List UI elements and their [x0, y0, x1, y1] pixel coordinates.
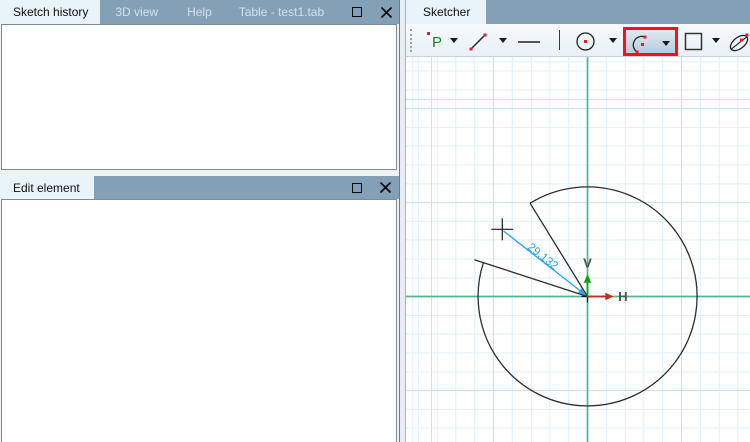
point-tool-button[interactable]: P [426, 30, 448, 55]
close-button[interactable] [374, 176, 396, 199]
tab-sketcher[interactable]: Sketcher [406, 0, 487, 24]
sketch-canvas[interactable]: 29.132 V H [406, 57, 750, 442]
maximize-button[interactable] [346, 176, 368, 199]
dimension-line: 29.132 [503, 230, 586, 296]
rectangle-dropdown-caret[interactable] [712, 38, 720, 43]
arc-tool-button[interactable] [632, 33, 654, 58]
edit-element-titlebar: Edit element [0, 176, 399, 199]
sketcher-titlebar: Sketcher [406, 0, 750, 24]
horizontal-line-tool-button[interactable] [517, 30, 541, 55]
tab-3d-view[interactable]: 3D view [100, 0, 173, 24]
left-panel-column: Sketch history 3D view Help Table - test… [0, 0, 399, 442]
axis-lines [406, 57, 750, 442]
line-tool-button[interactable] [467, 30, 489, 55]
h-axis-arrow [587, 292, 614, 301]
ellipse-tool-button[interactable] [728, 30, 750, 57]
tab-edit-element[interactable]: Edit element [0, 176, 94, 199]
toolbar-grip[interactable] [410, 29, 412, 52]
maximize-button[interactable] [346, 0, 368, 24]
close-icon [380, 6, 392, 18]
line-dropdown-caret[interactable] [499, 38, 507, 43]
sketch-history-titlebar: Sketch history 3D view Help Table - test… [0, 0, 399, 24]
edit-element-content [1, 199, 397, 442]
horizontal-line-icon [518, 41, 540, 43]
tab-sketch-history[interactable]: Sketch history [0, 0, 101, 24]
arc-radius-line-end [474, 259, 588, 298]
tab-table-test1-tab[interactable]: Table - test1.tab [226, 0, 337, 24]
panel-splitter[interactable] [399, 0, 406, 442]
close-icon [379, 182, 391, 193]
arc-tool-highlight [623, 27, 678, 56]
svg-text:P: P [432, 34, 442, 51]
v-axis-label: V [583, 256, 592, 271]
point-icon: P [427, 32, 442, 51]
h-axis-label: H [618, 289, 627, 304]
circle-icon [576, 32, 595, 51]
ellipse-icon [729, 33, 749, 52]
sketcher-panel: Sketcher P 29.132 V H [406, 0, 750, 442]
line-icon [469, 33, 487, 51]
sketch-history-content [1, 24, 397, 170]
maximize-icon [352, 7, 362, 17]
sketch-history-panel: Sketch history 3D view Help Table - test… [0, 0, 399, 171]
tab-help[interactable]: Help [173, 0, 226, 24]
edit-element-panel: Edit element [0, 176, 399, 442]
dimension-label: 29.132 [525, 241, 560, 272]
arc-icon [632, 35, 647, 54]
rectangle-tool-button[interactable] [683, 30, 705, 55]
sketcher-toolbar: P [406, 24, 750, 57]
toolbar-separator [559, 30, 560, 50]
circle-tool-button[interactable] [575, 30, 597, 55]
close-button[interactable] [375, 0, 397, 24]
maximize-icon [352, 182, 362, 193]
point-dropdown-caret[interactable] [450, 38, 458, 43]
cursor-crosshair-icon [491, 218, 514, 241]
arc-dropdown-caret[interactable] [662, 41, 670, 46]
circle-dropdown-caret[interactable] [609, 38, 617, 43]
rectangle-icon [684, 32, 703, 51]
